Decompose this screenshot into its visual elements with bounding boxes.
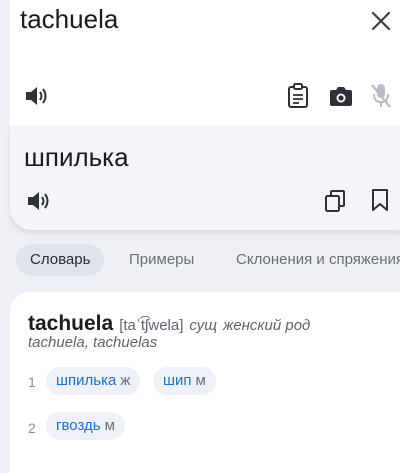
- translation-panel: шпилька: [10, 126, 400, 230]
- speaker-icon[interactable]: [26, 189, 52, 213]
- tab-conjugations[interactable]: Склонения и спряжения: [236, 244, 400, 276]
- translation-chip[interactable]: шип м: [153, 367, 216, 395]
- tab-examples[interactable]: Примеры: [129, 244, 194, 276]
- dictionary-card: tachuela [taˈt͡ʃwela] сущ женский род tachu…: [10, 292, 400, 473]
- translation-chip[interactable]: гвоздь м: [46, 412, 125, 440]
- mic-off-icon[interactable]: [370, 82, 392, 110]
- word-forms: tachuela, tachuelas: [28, 334, 158, 351]
- translation-chip[interactable]: шпилька ж: [46, 367, 141, 395]
- chip-word: шпилька: [56, 372, 117, 389]
- sense-number: 2: [28, 420, 36, 436]
- chip-gender: ж: [120, 372, 131, 389]
- entry-header: tachuela [taˈt͡ʃwela] сущ женский род: [28, 312, 310, 336]
- close-icon[interactable]: [370, 10, 392, 32]
- pronunciation: [taˈt͡ʃwela]: [119, 317, 184, 334]
- result-tabs: Словарь Примеры Склонения и спряжения: [0, 242, 400, 280]
- speaker-icon[interactable]: [24, 84, 50, 108]
- tab-dictionary[interactable]: Словарь: [16, 244, 105, 276]
- bookmark-icon[interactable]: [371, 188, 389, 212]
- part-of-speech: сущ: [189, 317, 218, 334]
- clipboard-icon[interactable]: [287, 83, 309, 109]
- translation-output: шпилька: [24, 142, 129, 172]
- chip-gender: м: [195, 372, 206, 389]
- copy-icon[interactable]: [324, 189, 346, 213]
- chip-word: гвоздь: [56, 417, 101, 434]
- chip-gender: м: [104, 417, 115, 434]
- camera-icon[interactable]: [329, 85, 353, 107]
- chip-word: шип: [163, 372, 192, 389]
- gender-label: женский род: [223, 317, 311, 334]
- source-panel: tachuela: [10, 0, 400, 126]
- headword: tachuela: [28, 312, 114, 335]
- sense-number: 1: [28, 374, 36, 390]
- source-input[interactable]: tachuela: [20, 4, 118, 35]
